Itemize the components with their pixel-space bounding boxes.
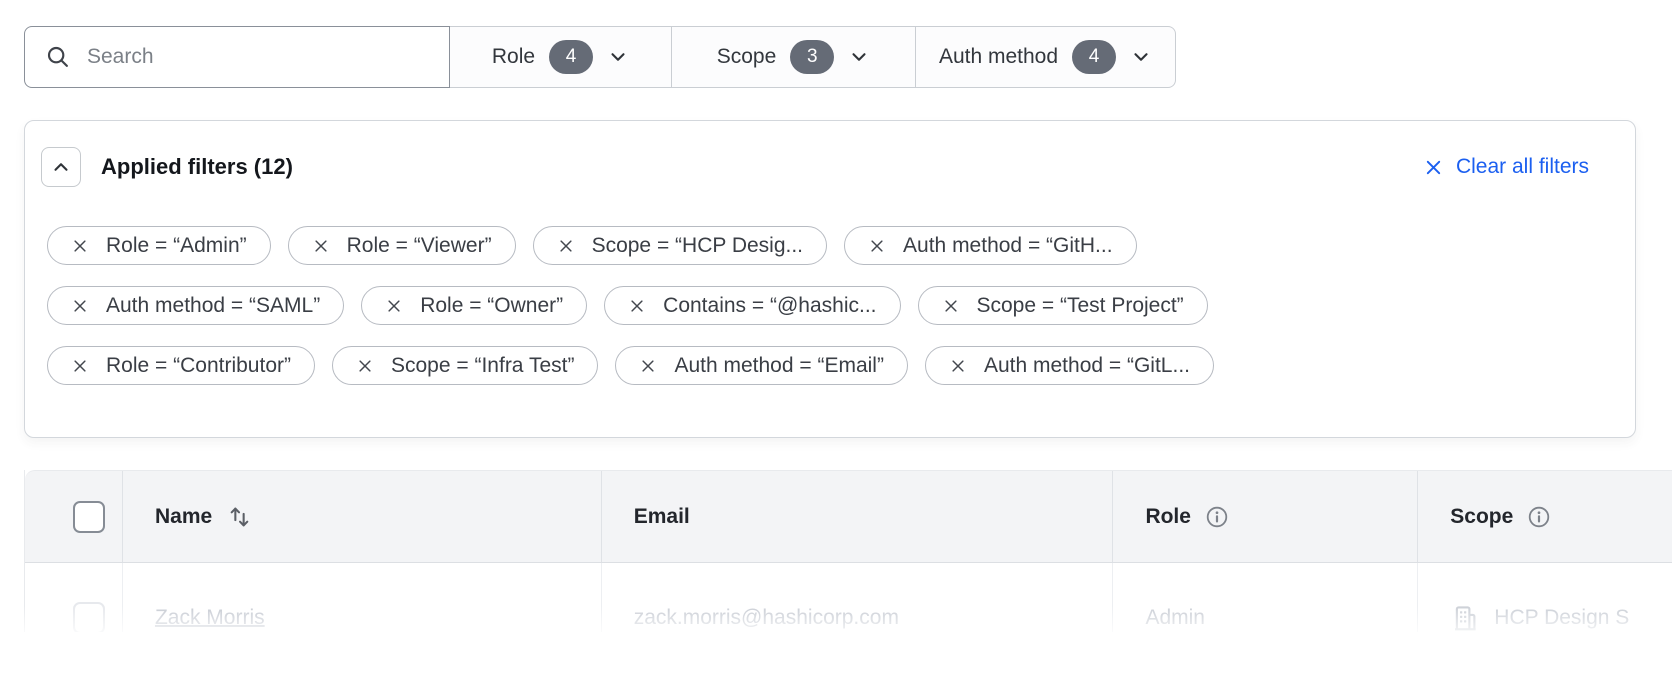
filter-pill-label: Auth method = “GitL... — [984, 354, 1190, 378]
dismiss-filter-icon[interactable] — [71, 357, 89, 375]
filter-pill-label: Scope = “HCP Desig... — [592, 234, 803, 258]
dismiss-filter-icon[interactable] — [385, 297, 403, 315]
info-icon[interactable] — [1527, 505, 1551, 529]
filter-pill-label: Auth method = “SAML” — [106, 294, 320, 318]
filter-pill-label: Role = “Admin” — [106, 234, 247, 258]
dismiss-filter-icon[interactable] — [557, 237, 575, 255]
row-scope-cell: HCP Design S — [1417, 563, 1672, 632]
org-building-icon — [1450, 603, 1480, 632]
dismiss-filter-icon[interactable] — [639, 357, 657, 375]
filter-pill: Auth method = “GitH... — [844, 226, 1137, 265]
row-role-cell: Admin — [1112, 563, 1417, 632]
applied-filters-panel: Applied filters (12) Clear all filters R… — [24, 120, 1636, 438]
row-checkbox[interactable] — [73, 602, 105, 632]
filter-pill: Scope = “Infra Test” — [332, 346, 598, 385]
filter-pill-label: Contains = “@hashic... — [663, 294, 876, 318]
header-select-all-cell — [25, 471, 122, 562]
user-name-link[interactable]: Zack Morris — [155, 606, 265, 630]
header-email-cell: Email — [601, 471, 1113, 562]
scope-filter-count-badge: 3 — [790, 40, 834, 74]
select-all-checkbox[interactable] — [73, 501, 105, 533]
auth-method-filter-label: Auth method — [939, 45, 1058, 69]
dismiss-filter-icon[interactable] — [71, 237, 89, 255]
x-icon — [1423, 157, 1444, 178]
filter-pill: Auth method = “Email” — [615, 346, 908, 385]
user-email-text: zack.morris@hashicorp.com — [634, 606, 899, 630]
applied-filters-title: Applied filters (12) — [101, 154, 293, 180]
dismiss-filter-icon[interactable] — [868, 237, 886, 255]
filter-pill-label: Auth method = “GitH... — [903, 234, 1113, 258]
auth-method-filter-count-badge: 4 — [1072, 40, 1116, 74]
pill-row: Role = “Admin” Role = “Viewer” Scope = “… — [47, 226, 1613, 265]
user-scope-text: HCP Design S — [1494, 606, 1629, 630]
filter-pill-label: Scope = “Infra Test” — [391, 354, 574, 378]
name-column-label: Name — [155, 505, 212, 529]
dismiss-filter-icon[interactable] — [942, 297, 960, 315]
filter-pill-label: Role = “Owner” — [420, 294, 563, 318]
dismiss-filter-icon[interactable] — [628, 297, 646, 315]
pill-row: Auth method = “SAML” Role = “Owner” Cont… — [47, 286, 1613, 325]
row-name-cell: Zack Morris — [122, 563, 601, 632]
filter-pill-label: Scope = “Test Project” — [977, 294, 1184, 318]
role-filter-label: Role — [492, 45, 535, 69]
search-box[interactable] — [24, 26, 450, 88]
users-table: Name Email Role Scope — [24, 470, 1672, 632]
dismiss-filter-icon[interactable] — [949, 357, 967, 375]
pill-row: Role = “Contributor” Scope = “Infra Test… — [47, 346, 1613, 385]
filter-pill: Scope = “HCP Desig... — [533, 226, 827, 265]
scope-value: HCP Design S — [1450, 603, 1629, 632]
sort-by-name-button[interactable]: Name — [155, 503, 253, 531]
header-name-cell: Name — [122, 471, 601, 562]
chevron-down-icon — [848, 46, 870, 68]
email-column-label: Email — [634, 505, 690, 529]
role-column-label: Role — [1145, 505, 1191, 529]
scope-column-label: Scope — [1450, 505, 1513, 529]
header-role-cell: Role — [1112, 471, 1417, 562]
chevron-down-icon — [1130, 46, 1152, 68]
clear-all-filters-label: Clear all filters — [1456, 155, 1589, 179]
filter-pill: Role = “Viewer” — [288, 226, 516, 265]
chevron-down-icon — [607, 46, 629, 68]
dismiss-filter-icon[interactable] — [71, 297, 89, 315]
auth-method-filter-dropdown[interactable]: Auth method 4 — [916, 26, 1176, 88]
filter-pill: Auth method = “SAML” — [47, 286, 344, 325]
info-icon[interactable] — [1205, 505, 1229, 529]
filter-pill-label: Role = “Viewer” — [347, 234, 492, 258]
user-role-text: Admin — [1145, 606, 1205, 630]
sort-arrows-icon — [226, 503, 253, 531]
scope-filter-label: Scope — [717, 45, 777, 69]
collapse-panel-button[interactable] — [41, 147, 81, 187]
applied-filters-header: Applied filters (12) Clear all filters — [41, 147, 1589, 187]
filter-pill: Role = “Contributor” — [47, 346, 315, 385]
filter-pill: Role = “Owner” — [361, 286, 587, 325]
role-filter-count-badge: 4 — [549, 40, 593, 74]
filter-pill: Role = “Admin” — [47, 226, 271, 265]
table-row: Zack Morris zack.morris@hashicorp.com Ad… — [25, 563, 1672, 632]
row-email-cell: zack.morris@hashicorp.com — [601, 563, 1113, 632]
row-select-cell — [25, 563, 122, 632]
filter-pill: Scope = “Test Project” — [918, 286, 1208, 325]
users-table-grid: Name Email Role Scope — [24, 470, 1672, 632]
role-filter-dropdown[interactable]: Role 4 — [450, 26, 672, 88]
user-filter-page: Role 4 Scope 3 Auth method 4 — [0, 0, 1672, 690]
dismiss-filter-icon[interactable] — [356, 357, 374, 375]
search-icon — [45, 44, 71, 70]
filter-pill: Auth method = “GitL... — [925, 346, 1214, 385]
filter-pill-rows: Role = “Admin” Role = “Viewer” Scope = “… — [47, 226, 1613, 385]
filter-bar: Role 4 Scope 3 Auth method 4 — [24, 26, 1176, 88]
dismiss-filter-icon[interactable] — [312, 237, 330, 255]
search-input[interactable] — [87, 45, 417, 69]
table-header-row: Name Email Role Scope — [25, 470, 1672, 563]
filter-pill: Contains = “@hashic... — [604, 286, 900, 325]
scope-filter-dropdown[interactable]: Scope 3 — [672, 26, 916, 88]
chevron-up-icon — [50, 156, 72, 178]
filter-pill-label: Role = “Contributor” — [106, 354, 291, 378]
filter-pill-label: Auth method = “Email” — [674, 354, 884, 378]
clear-all-filters-button[interactable]: Clear all filters — [1423, 155, 1589, 179]
header-scope-cell: Scope — [1417, 471, 1672, 562]
